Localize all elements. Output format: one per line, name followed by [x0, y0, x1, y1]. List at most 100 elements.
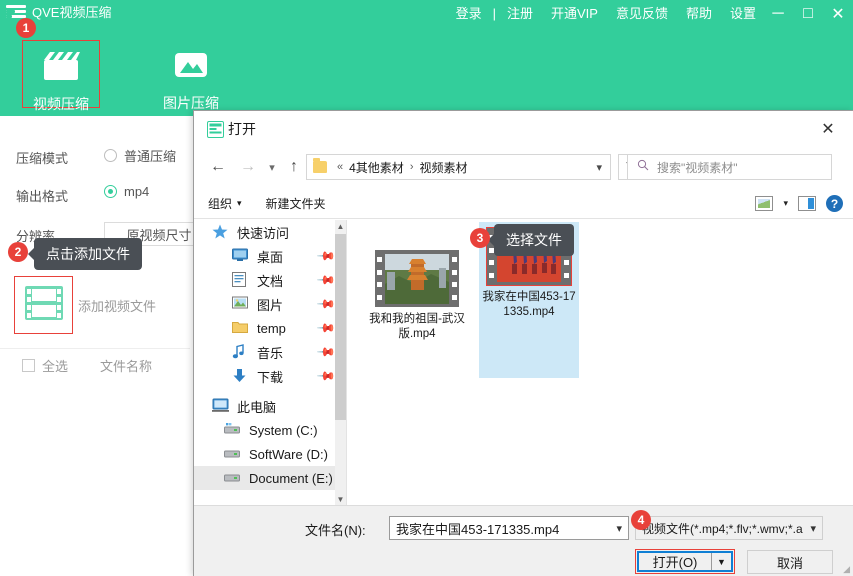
menu-item-feedback[interactable]: 意见反馈	[607, 0, 677, 28]
chevron-down-icon[interactable]: ▾	[260, 155, 284, 179]
documents-icon	[232, 272, 250, 288]
navigation-pane[interactable]: 快速访问 桌面 📌 文档 📌 图片	[194, 220, 346, 505]
menu-item-register[interactable]: 注册	[498, 0, 542, 28]
radio-normal-compress-dot	[104, 149, 117, 162]
video-file-icon	[375, 250, 459, 307]
search-input[interactable]: 搜索"视频素材"	[627, 154, 832, 180]
address-bar[interactable]: « 4其他素材 › 视频素材 ▾	[306, 154, 611, 180]
nav-item-quick-access[interactable]: 快速访问	[194, 220, 346, 244]
music-icon	[232, 344, 250, 360]
file-name-value: 我家在中国453-171335.mp4	[396, 519, 559, 538]
view-tools: ▾ ?	[755, 195, 843, 212]
scroll-down-icon[interactable]: ▼	[335, 493, 346, 505]
new-folder-button[interactable]: 新建文件夹	[266, 195, 326, 212]
tab-image-compress[interactable]: 图片压缩	[152, 40, 230, 108]
minimize-icon[interactable]: ─	[763, 0, 793, 28]
maximize-icon[interactable]: □	[793, 0, 823, 28]
nav-item-software-d[interactable]: SoftWare (D:)	[194, 442, 346, 466]
radio-format-mp4[interactable]: mp4	[104, 184, 149, 199]
radio-normal-compress[interactable]: 普通压缩	[104, 146, 176, 165]
folder-icon	[313, 161, 327, 173]
pin-icon[interactable]: 📌	[316, 342, 336, 362]
menu-item-open-vip[interactable]: 开通VIP	[542, 0, 607, 28]
nav-item-label: 文档	[257, 271, 283, 290]
open-button[interactable]: 打开(O) ▼	[637, 551, 733, 572]
chevron-down-icon[interactable]: ▾	[596, 161, 602, 174]
organize-label: 组织	[208, 195, 232, 212]
select-all-checkbox[interactable]	[22, 359, 35, 372]
nav-item-temp[interactable]: temp 📌	[194, 316, 346, 340]
breadcrumb-item-1[interactable]: 视频素材	[419, 159, 467, 176]
caret-down-icon[interactable]: ▼	[711, 553, 731, 570]
dialog-command-bar: 组织 ▾ 新建文件夹 ▾ ?	[194, 189, 853, 219]
file-list[interactable]: 我和我的祖国-武汉版.mp4	[347, 220, 853, 505]
preview-pane-icon[interactable]	[798, 196, 816, 211]
pin-icon[interactable]: 📌	[316, 270, 336, 290]
file-name: 我和我的祖国-武汉版.mp4	[369, 312, 465, 342]
breadcrumb-item-0[interactable]: 4其他素材	[349, 159, 404, 176]
file-name-input[interactable]: 我家在中国453-171335.mp4 ▾	[389, 516, 629, 540]
nav-item-label: temp	[257, 321, 286, 336]
menu-item-settings[interactable]: 设置	[721, 0, 765, 28]
scrollbar-thumb[interactable]	[335, 234, 346, 420]
pin-icon[interactable]: 📌	[316, 246, 336, 266]
nav-item-this-pc[interactable]: 此电脑	[194, 394, 346, 418]
tooltip-select-file: 选择文件	[494, 224, 574, 256]
chevron-down-icon: ▾	[237, 198, 242, 209]
cancel-button[interactable]: 取消	[747, 550, 833, 574]
arrow-left-icon[interactable]: ←	[206, 155, 230, 179]
nav-item-label: 此电脑	[237, 397, 276, 416]
nav-item-desktop[interactable]: 桌面 📌	[194, 244, 346, 268]
menu-item-help[interactable]: 帮助	[677, 0, 721, 28]
nav-item-label: 下载	[257, 367, 283, 386]
radio-format-mp4-label: mp4	[124, 184, 149, 199]
chevron-down-icon[interactable]: ▾	[783, 198, 788, 209]
breadcrumb-separator: ›	[410, 161, 414, 173]
navpane-scrollbar[interactable]: ▲ ▼	[335, 220, 346, 505]
open-dialog-icon	[207, 121, 224, 143]
add-video-file-button[interactable]	[14, 276, 73, 334]
nav-item-document-e[interactable]: Document (E:)	[194, 466, 346, 490]
tab-video-compress-label: 视频压缩	[33, 94, 89, 114]
pin-icon[interactable]: 📌	[316, 366, 336, 386]
step-4-badge: 4	[631, 510, 651, 530]
nav-item-downloads[interactable]: 下载 📌	[194, 364, 346, 388]
close-icon[interactable]: ✕	[823, 0, 853, 28]
file-type-value: 视频文件(*.mp4;*.flv;*.wmv;*.a	[642, 520, 803, 537]
step-2-badge: 2	[8, 242, 28, 262]
this-pc-icon	[212, 398, 230, 414]
header-menu: 登录 | 注册 开通VIP 意见反馈 帮助 设置	[447, 0, 765, 28]
tab-video-compress[interactable]: 视频压缩	[22, 40, 100, 108]
file-name-label: 文件名(N):	[305, 520, 366, 539]
film-strip-icon	[24, 285, 64, 326]
file-list-header: 全选 文件名称	[0, 348, 190, 382]
help-icon[interactable]: ?	[826, 195, 843, 212]
organize-button[interactable]: 组织 ▾	[208, 195, 242, 212]
nav-item-system-c[interactable]: System (C:)	[194, 418, 346, 442]
app-header: QVE视频压缩 登录 | 注册 开通VIP 意见反馈 帮助 设置 ─ □ ✕	[0, 0, 853, 116]
file-type-select[interactable]: 视频文件(*.mp4;*.flv;*.wmv;*.a ▾	[635, 516, 823, 540]
close-icon[interactable]: ✕	[815, 117, 841, 141]
chevron-down-icon[interactable]: ▾	[810, 522, 816, 535]
resize-grip-icon[interactable]: ◢	[843, 564, 850, 575]
arrow-up-icon[interactable]: ↑	[282, 155, 306, 179]
add-video-file-label: 添加视频文件	[78, 296, 156, 315]
scroll-up-icon[interactable]: ▲	[335, 220, 346, 232]
tooltip-add-file: 点击添加文件	[34, 238, 142, 270]
nav-item-pictures[interactable]: 图片 📌	[194, 292, 346, 316]
nav-item-label: 快速访问	[237, 223, 289, 242]
radio-format-mp4-dot	[104, 185, 117, 198]
chevron-down-icon[interactable]: ▾	[616, 522, 622, 535]
search-placeholder: 搜索"视频素材"	[657, 159, 738, 176]
menu-item-login[interactable]: 登录	[447, 0, 491, 28]
open-button-label: 打开(O)	[639, 552, 711, 571]
arrow-right-icon[interactable]: →	[236, 155, 260, 179]
nav-item-documents[interactable]: 文档 📌	[194, 268, 346, 292]
step-1-badge: 1	[16, 18, 36, 38]
nav-item-music[interactable]: 音乐 📌	[194, 340, 346, 364]
pin-icon[interactable]: 📌	[316, 318, 336, 338]
list-item[interactable]: 我和我的祖国-武汉版.mp4	[367, 244, 467, 342]
nav-item-label: Document (E:)	[249, 471, 333, 486]
pin-icon[interactable]: 📌	[316, 294, 336, 314]
view-layout-icon[interactable]	[755, 196, 773, 211]
